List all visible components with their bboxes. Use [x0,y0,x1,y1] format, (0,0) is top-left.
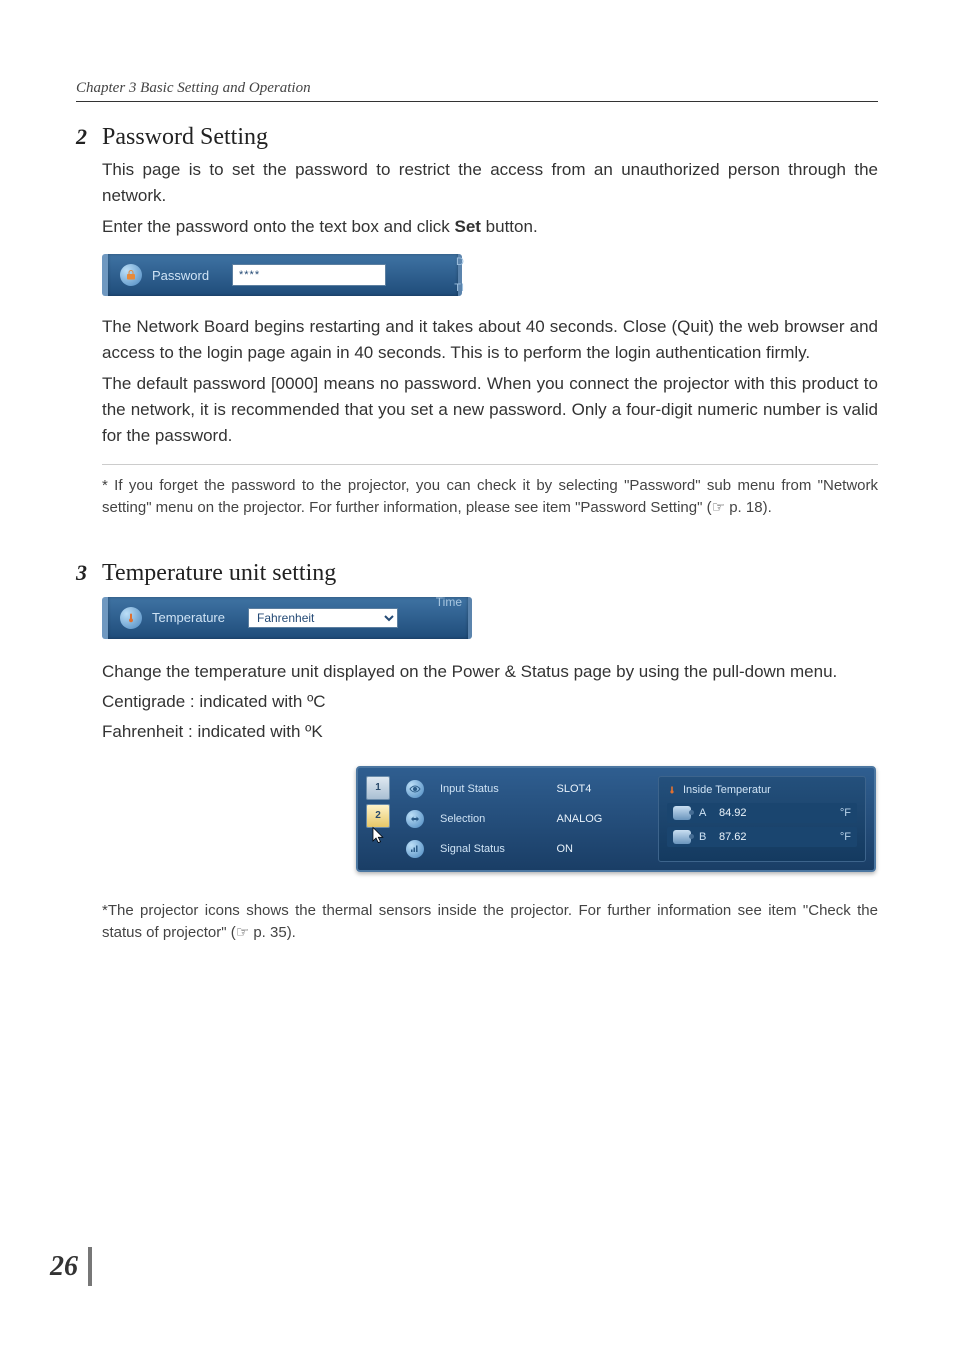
section-title: Temperature unit setting [102,560,336,587]
projector-icon [673,806,691,820]
temp-b-value: 87.62 [719,831,832,843]
clipped-text-top: D [456,256,464,268]
section2-para4: The default password [0000] means no pas… [102,371,878,450]
time-label: Time [436,595,462,609]
input-status-label: Input Status [440,783,544,795]
selection-value: ANALOG [556,813,642,825]
signal-status-label: Signal Status [440,843,544,855]
temperature-select[interactable]: Fahrenheit [248,608,398,628]
status-grid: Input Status SLOT4 Selection ANALOG Sign… [400,776,648,862]
section-title: Password Setting [102,124,268,151]
section3-footnote: *The projector icons shows the thermal s… [102,900,878,945]
input-status-value: SLOT4 [556,783,642,795]
selection-label: Selection [440,813,544,825]
lock-icon [120,264,142,286]
temp-a-unit: °F [840,807,851,819]
arrows-icon [406,810,424,828]
centigrade-line: Centigrade : indicated with ºC [102,689,878,715]
section2-para2: Enter the password onto the text box and… [102,214,878,240]
cursor-icon [370,826,388,844]
section-number: 3 [76,560,102,586]
password-input[interactable] [232,264,386,286]
temp-row-b: B 87.62 °F [667,827,857,847]
section2-footnote: * If you forget the password to the proj… [102,475,878,520]
password-label: Password [152,268,222,283]
temp-a-label: A [699,807,711,819]
separator [102,464,878,465]
inside-temperature-box: Inside Temperatur A 84.92 °F B 87.62 °F [658,776,866,862]
temperature-label: Temperature [152,610,238,625]
temp-b-label: B [699,831,711,843]
clipped-text-bottom: TI [454,282,464,294]
section2-para3: The Network Board begins restarting and … [102,314,878,367]
temperature-panel: Time Temperature Fahrenheit [102,597,472,639]
text: Enter the password onto the text box and… [102,217,454,236]
set-button-ref: Set [454,217,480,236]
temp-b-unit: °F [840,831,851,843]
tab-1[interactable]: 1 [366,776,390,800]
temp-a-value: 84.92 [719,807,832,819]
password-panel: D Password TI [102,254,462,296]
status-panel: 1 2 Input Status SLOT4 Selection ANALOG … [356,766,876,872]
text: button. [481,217,538,236]
thermometer-icon [120,607,142,629]
projector-icon [673,830,691,844]
tab-strip: 1 2 [366,776,390,862]
inside-temperature-title: Inside Temperatur [683,784,771,796]
signal-status-value: ON [556,843,642,855]
section2-para1: This page is to set the password to rest… [102,157,878,210]
section-2-heading: 2 Password Setting [76,124,878,151]
signal-icon [406,840,424,858]
fahrenheit-line: Fahrenheit : indicated with ºK [102,719,878,745]
eye-icon [406,780,424,798]
section3-para1: Change the temperature unit displayed on… [102,659,878,685]
thermometer-icon [667,783,677,797]
section-3-heading: 3 Temperature unit setting [76,560,878,587]
tab-2[interactable]: 2 [366,804,390,828]
section-number: 2 [76,124,102,150]
page-number: 26 [50,1247,92,1286]
temp-row-a: A 84.92 °F [667,803,857,823]
chapter-header: Chapter 3 Basic Setting and Operation [76,80,878,102]
